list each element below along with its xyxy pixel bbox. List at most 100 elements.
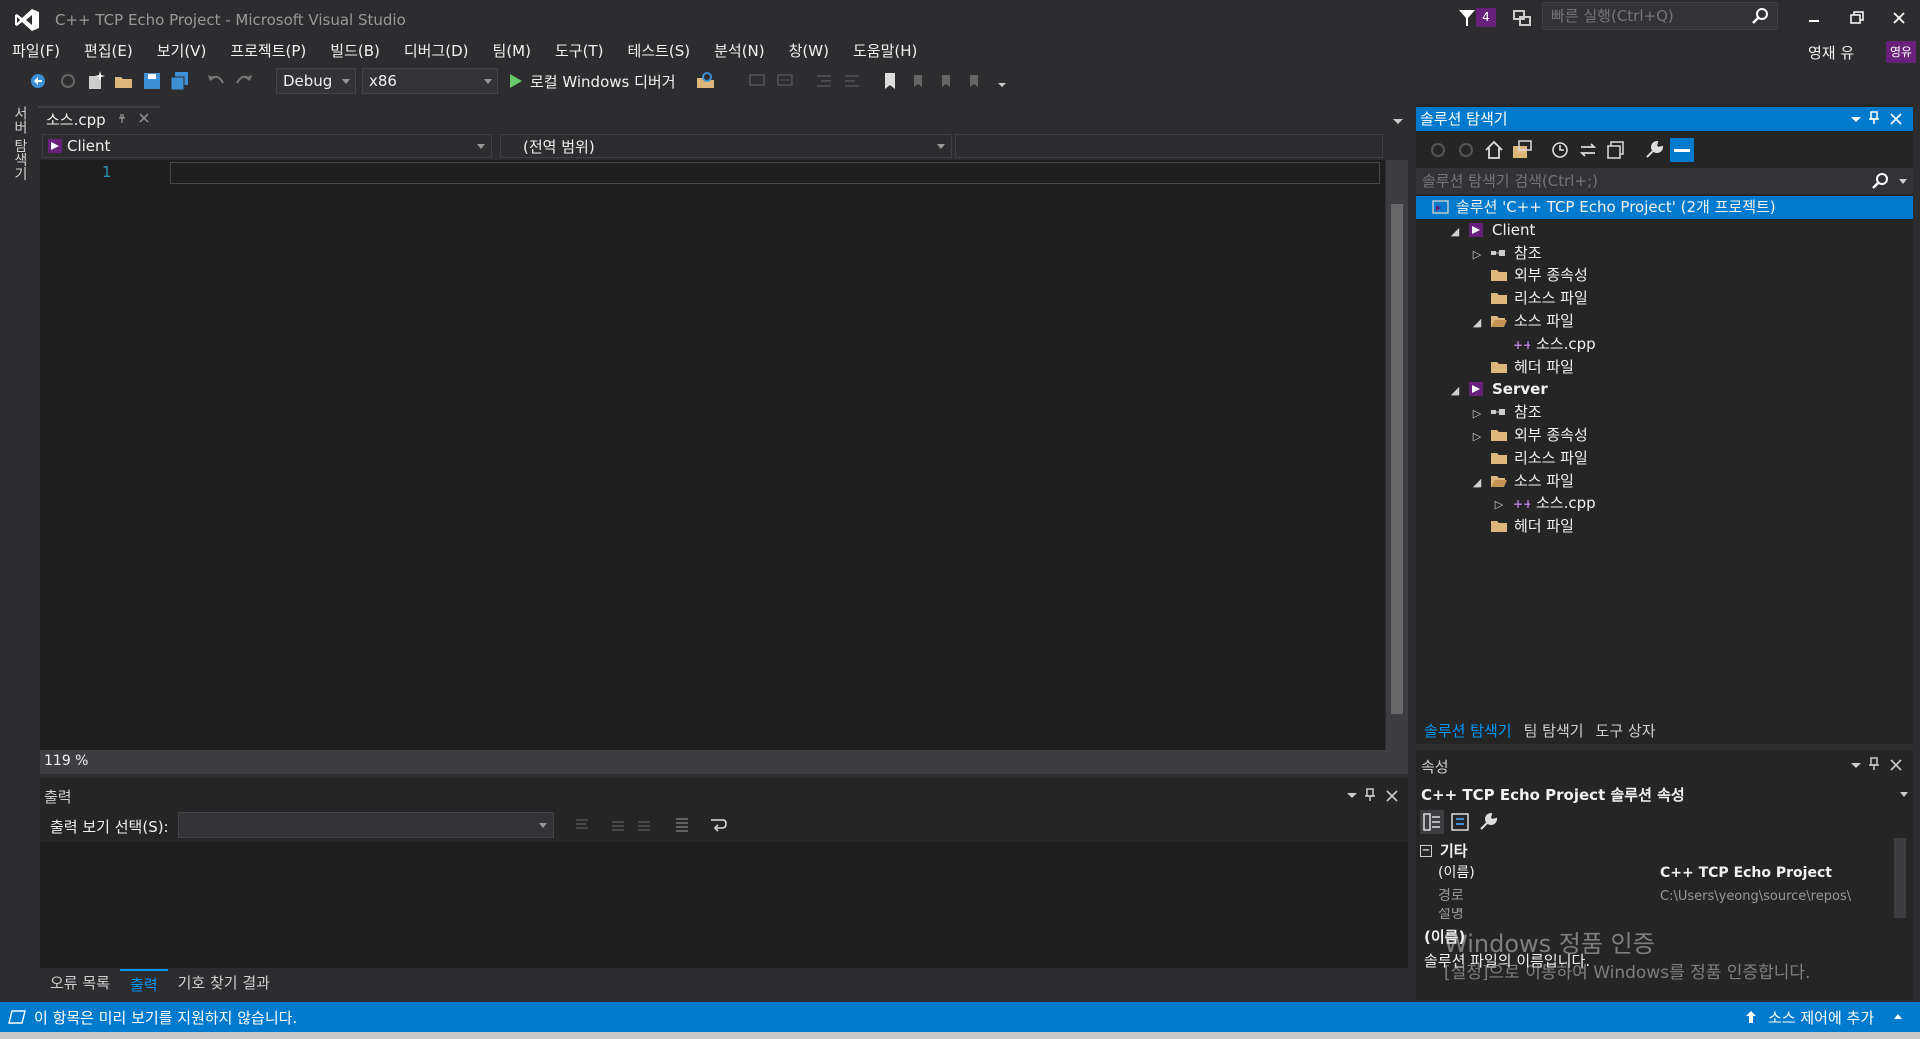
collapse-icon[interactable]: − bbox=[1420, 844, 1432, 857]
output-source-dropdown[interactable] bbox=[178, 812, 554, 838]
expanded-arrow-icon[interactable]: ◢ bbox=[1470, 471, 1484, 494]
save-icon[interactable] bbox=[140, 69, 164, 93]
chevron-down-icon[interactable] bbox=[1900, 792, 1908, 797]
menu-analyze[interactable]: 분석(N) bbox=[702, 38, 777, 64]
property-row[interactable]: 경로 C:\Users\yeong\source\repos\ bbox=[1420, 885, 1892, 908]
property-row[interactable]: 설명 bbox=[1420, 908, 1892, 920]
tab-output[interactable]: 출력 bbox=[119, 969, 168, 997]
collapsed-arrow-icon[interactable]: ▷ bbox=[1470, 243, 1484, 266]
back-icon[interactable] bbox=[1426, 138, 1450, 162]
save-all-icon[interactable] bbox=[168, 69, 192, 93]
start-debugger-button[interactable]: 로컬 Windows 디버거 bbox=[530, 71, 676, 92]
menu-team[interactable]: 팀(M) bbox=[481, 38, 543, 64]
navigate-forward-icon[interactable] bbox=[56, 69, 80, 93]
expanded-arrow-icon[interactable]: ◢ bbox=[1448, 220, 1462, 243]
tree-item[interactable]: ▷ 참조 bbox=[1470, 242, 1542, 265]
add-to-source-control-button[interactable]: 소스 제어에 추가 bbox=[1768, 1007, 1874, 1028]
menu-file[interactable]: 파일(F) bbox=[0, 38, 72, 64]
editor-scrollbar-thumb[interactable] bbox=[1391, 204, 1403, 714]
close-button[interactable] bbox=[1882, 6, 1916, 30]
pin-icon[interactable] bbox=[1868, 757, 1880, 771]
solution-search-input[interactable] bbox=[1416, 168, 1856, 194]
tab-toolbox[interactable]: 도구 상자 bbox=[1590, 718, 1662, 744]
forward-icon[interactable] bbox=[1454, 138, 1478, 162]
tab-solution-explorer[interactable]: 솔루션 탐색기 bbox=[1418, 718, 1518, 744]
tab-team-explorer[interactable]: 팀 탐색기 bbox=[1518, 718, 1590, 744]
notification-count-badge[interactable]: 4 bbox=[1476, 8, 1496, 27]
server-explorer-tab[interactable]: 서버 탐색기 bbox=[10, 106, 30, 180]
solution-explorer-search[interactable] bbox=[1416, 168, 1913, 194]
search-options-dropdown-icon[interactable] bbox=[1899, 179, 1907, 184]
redo-icon[interactable] bbox=[232, 69, 256, 93]
tree-item[interactable]: 리소스 파일 bbox=[1470, 287, 1588, 310]
property-value[interactable]: C:\Users\yeong\source\repos\ bbox=[1660, 885, 1890, 908]
play-icon[interactable] bbox=[508, 69, 524, 93]
tree-item[interactable]: ◢ 소스 파일 bbox=[1470, 470, 1574, 493]
property-category[interactable]: − 기타 bbox=[1420, 840, 1468, 861]
collapsed-arrow-icon[interactable]: ▷ bbox=[1492, 493, 1506, 516]
categorized-icon[interactable] bbox=[1420, 810, 1444, 834]
project-dropdown[interactable]: Client bbox=[42, 134, 492, 158]
document-tab-label[interactable]: 소스.cpp bbox=[46, 109, 106, 130]
feedback-icon[interactable] bbox=[1512, 8, 1532, 28]
tab-list-dropdown-icon[interactable] bbox=[1392, 116, 1404, 126]
pending-changes-filter-icon[interactable] bbox=[1548, 138, 1572, 162]
property-value[interactable]: C++ TCP Echo Project bbox=[1660, 862, 1832, 885]
tree-item[interactable]: ▷ 외부 종속성 bbox=[1470, 424, 1588, 447]
properties-scrollbar[interactable] bbox=[1894, 838, 1906, 918]
next-message-icon[interactable] bbox=[634, 814, 654, 834]
word-wrap-icon[interactable] bbox=[708, 814, 728, 834]
property-pages-icon[interactable] bbox=[1476, 810, 1500, 834]
properties-object-selector[interactable]: C++ TCP Echo Project 솔루션 속성 bbox=[1421, 784, 1685, 805]
property-row[interactable]: (이름) C++ TCP Echo Project bbox=[1420, 862, 1892, 885]
panel-menu-icon[interactable] bbox=[1850, 760, 1862, 770]
chevron-up-icon[interactable] bbox=[1894, 1014, 1902, 1019]
tree-item[interactable]: ++ 소스.cpp bbox=[1492, 333, 1596, 356]
menu-edit[interactable]: 편집(E) bbox=[72, 38, 145, 64]
collapsed-arrow-icon[interactable]: ▷ bbox=[1470, 425, 1484, 448]
collapse-all-icon[interactable] bbox=[1604, 138, 1628, 162]
tree-item[interactable]: ▷ 참조 bbox=[1470, 401, 1542, 424]
menu-debug[interactable]: 디버그(D) bbox=[392, 38, 481, 64]
clear-all-icon[interactable] bbox=[672, 814, 692, 834]
home-icon[interactable] bbox=[1482, 138, 1506, 162]
close-icon[interactable] bbox=[1890, 759, 1902, 771]
find-message-icon[interactable] bbox=[572, 814, 592, 834]
expanded-arrow-icon[interactable]: ◢ bbox=[1448, 379, 1462, 402]
notification-flag-icon[interactable] bbox=[1457, 8, 1477, 28]
pin-icon[interactable] bbox=[1868, 111, 1880, 125]
undo-icon[interactable] bbox=[204, 69, 228, 93]
platform-dropdown[interactable]: x86 bbox=[362, 68, 498, 94]
pin-icon[interactable] bbox=[116, 112, 128, 124]
close-icon[interactable] bbox=[1890, 113, 1902, 125]
close-icon[interactable] bbox=[1386, 790, 1398, 802]
preview-selected-items-icon[interactable] bbox=[1670, 138, 1694, 162]
uncomment-icon[interactable] bbox=[774, 69, 798, 93]
properties-wrench-icon[interactable] bbox=[1642, 138, 1666, 162]
scope-dropdown[interactable]: (전역 범위) bbox=[500, 134, 952, 158]
zoom-level-dropdown[interactable]: 119 % bbox=[44, 753, 88, 769]
output-text-area[interactable] bbox=[40, 842, 1408, 968]
tree-item[interactable]: 헤더 파일 bbox=[1470, 515, 1574, 538]
clear-bookmarks-icon[interactable] bbox=[962, 69, 986, 93]
navigate-back-icon[interactable] bbox=[28, 69, 52, 93]
search-icon[interactable] bbox=[1871, 172, 1889, 190]
menu-build[interactable]: 빌드(B) bbox=[318, 38, 392, 64]
panel-menu-icon[interactable] bbox=[1850, 114, 1862, 124]
tree-item[interactable]: 솔루션 'C++ TCP Echo Project' (2개 프로젝트) bbox=[1416, 196, 1913, 219]
menu-help[interactable]: 도움말(H) bbox=[841, 38, 929, 64]
new-project-icon[interactable] bbox=[84, 69, 108, 93]
indent-icon[interactable] bbox=[812, 69, 836, 93]
quick-launch-box[interactable] bbox=[1542, 2, 1778, 30]
member-dropdown[interactable] bbox=[955, 134, 1383, 158]
menu-tools[interactable]: 도구(T) bbox=[543, 38, 615, 64]
open-file-icon[interactable] bbox=[112, 69, 136, 93]
panel-menu-icon[interactable] bbox=[1346, 790, 1358, 800]
close-tab-icon[interactable] bbox=[138, 112, 150, 124]
tree-item[interactable]: ▷ ++ 소스.cpp bbox=[1492, 492, 1596, 515]
menu-test[interactable]: 테스트(S) bbox=[615, 38, 702, 64]
tree-item[interactable]: 헤더 파일 bbox=[1470, 356, 1574, 379]
search-icon[interactable] bbox=[1751, 7, 1769, 25]
next-bookmark-icon[interactable] bbox=[934, 69, 958, 93]
bookmark-icon[interactable] bbox=[878, 69, 902, 93]
